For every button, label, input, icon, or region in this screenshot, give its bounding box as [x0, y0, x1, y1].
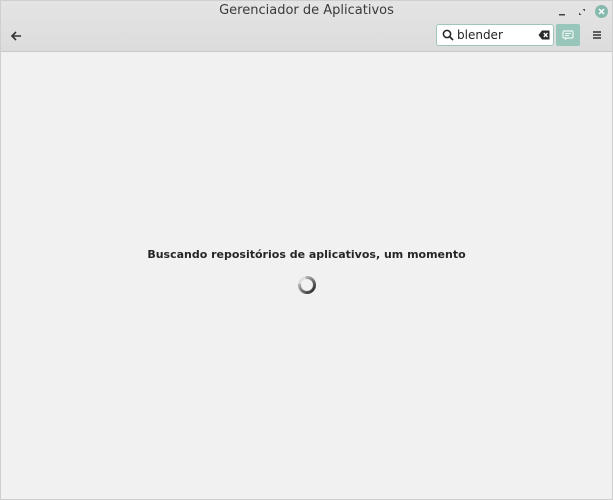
maximize-icon [579, 9, 585, 15]
maximize-button[interactable] [574, 5, 590, 19]
clear-text-icon[interactable] [538, 30, 550, 40]
close-button[interactable] [595, 5, 608, 18]
search-field[interactable] [436, 24, 554, 46]
loading-spinner-icon [298, 276, 316, 294]
close-icon [598, 8, 605, 15]
search-input[interactable] [457, 26, 535, 44]
app-window: Gerenciador de Aplicativos blender Busca… [0, 0, 613, 500]
minimize-icon [559, 14, 565, 16]
search-toggle-icon [562, 29, 574, 40]
minimize-button[interactable] [554, 5, 570, 19]
hamburger-menu-icon [593, 31, 601, 39]
back-button[interactable] [6, 26, 26, 46]
search-icon [442, 29, 454, 41]
loading-message: Buscando repositórios de aplicativos, um… [147, 248, 466, 261]
menu-button[interactable] [588, 26, 606, 44]
window-title: Gerenciador de Aplicativos [219, 3, 394, 18]
main-content: Buscando repositórios de aplicativos, um… [1, 52, 612, 499]
back-arrow-icon [10, 31, 21, 41]
search-toggle-button[interactable] [556, 24, 580, 46]
header-bar: Gerenciador de Aplicativos [1, 1, 612, 52]
